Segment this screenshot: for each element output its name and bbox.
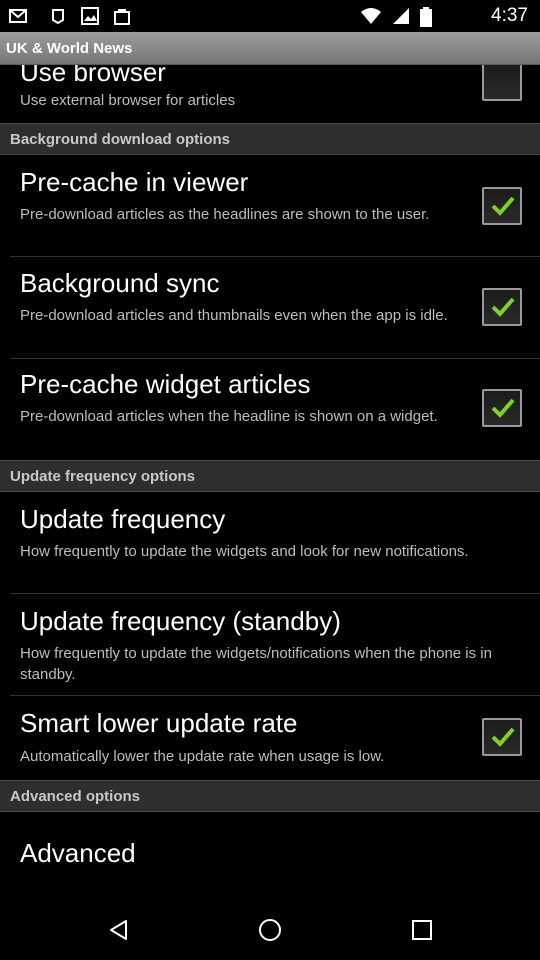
setting-background-sync[interactable]: Background sync Pre-download articles an… [0, 257, 540, 358]
app-title-bar: UK & World News [0, 32, 540, 65]
setting-smart-lower-rate[interactable]: Smart lower update rate Automatically lo… [0, 696, 540, 780]
setting-title: Update frequency [20, 504, 226, 534]
section-title: Update frequency options [10, 468, 196, 485]
bag-icon [112, 6, 132, 26]
setting-advanced[interactable]: Advanced [0, 812, 540, 900]
setting-title: Update frequency (standby) [20, 606, 341, 636]
setting-summary: Automatically lower the update rate when… [20, 748, 385, 765]
precache-widget-checkbox[interactable] [482, 389, 522, 427]
background-sync-checkbox[interactable] [482, 288, 522, 326]
check-icon [491, 398, 515, 418]
setting-title: Advanced [20, 838, 136, 868]
notification-icon [48, 6, 68, 26]
wifi-icon [360, 7, 382, 30]
setting-title: Smart lower update rate [20, 708, 298, 738]
smart-lower-checkbox[interactable] [482, 718, 522, 756]
section-title: Background download options [10, 131, 230, 148]
app-title: UK & World News [6, 40, 133, 57]
setting-title: Pre-cache in viewer [20, 167, 249, 197]
check-icon [491, 196, 515, 216]
precache-viewer-checkbox[interactable] [482, 187, 522, 225]
image-icon [80, 6, 100, 26]
battery-icon [420, 7, 432, 32]
setting-precache-viewer[interactable]: Pre-cache in viewer Pre-download article… [0, 155, 540, 256]
clock: 4:37 [491, 5, 528, 26]
section-header-background: Background download options [0, 123, 540, 155]
setting-summary: Pre-download articles when the headline … [20, 408, 438, 425]
setting-update-frequency[interactable]: Update frequency How frequently to updat… [0, 492, 540, 593]
setting-update-frequency-standby[interactable]: Update frequency (standby) How frequentl… [0, 594, 540, 695]
back-icon[interactable] [104, 915, 134, 945]
status-bar: 4:37 [0, 0, 540, 32]
setting-summary: Use external browser for articles [20, 92, 236, 109]
use-browser-checkbox[interactable] [482, 65, 522, 101]
section-title: Advanced options [10, 788, 141, 805]
recents-icon[interactable] [407, 915, 437, 945]
setting-summary: Pre-download articles as the headlines a… [20, 206, 430, 223]
setting-title: Use browser [20, 65, 166, 87]
settings-list[interactable]: Use browser Use external browser for art… [0, 65, 540, 900]
check-icon [491, 727, 515, 747]
setting-title: Pre-cache widget articles [20, 369, 311, 399]
check-icon [491, 297, 515, 317]
setting-title: Background sync [20, 268, 220, 298]
setting-precache-widget[interactable]: Pre-cache widget articles Pre-download a… [0, 359, 540, 460]
setting-use-browser[interactable]: Use browser Use external browser for art… [0, 65, 540, 123]
section-header-update: Update frequency options [0, 460, 540, 492]
setting-summary: Pre-download articles and thumbnails eve… [20, 307, 448, 324]
email-icon [8, 6, 28, 26]
setting-summary: How frequently to update the widgets and… [20, 543, 469, 560]
setting-summary: How frequently to update the widgets/not… [20, 645, 492, 683]
navigation-bar [0, 900, 540, 960]
signal-icon [392, 7, 410, 30]
home-icon[interactable] [255, 915, 285, 945]
section-header-advanced: Advanced options [0, 780, 540, 812]
